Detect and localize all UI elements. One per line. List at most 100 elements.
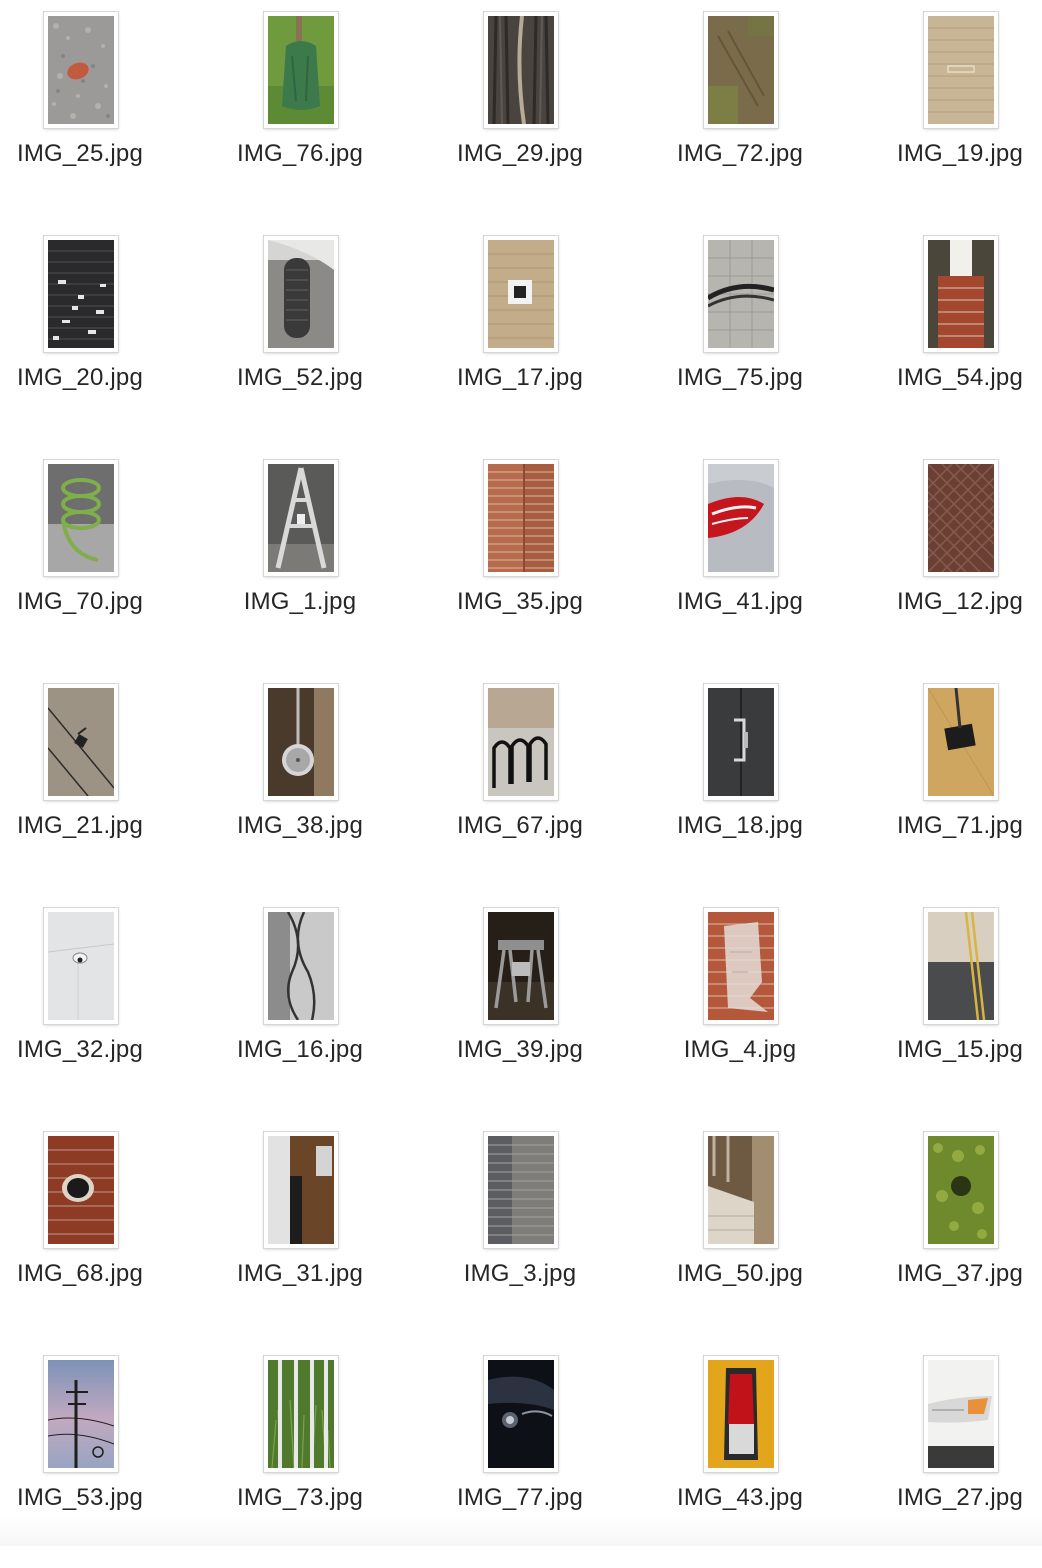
file-thumbnail[interactable]	[484, 684, 558, 800]
file-name-label: IMG_35.jpg	[456, 588, 584, 615]
file-item[interactable]: IMG_72.jpg	[640, 0, 840, 224]
file-item[interactable]: IMG_16.jpg	[200, 896, 400, 1120]
file-thumbnail[interactable]	[924, 684, 998, 800]
file-item[interactable]: IMG_67.jpg	[420, 672, 620, 896]
file-item[interactable]: IMG_54.jpg	[860, 224, 1042, 448]
file-name-label: IMG_52.jpg	[236, 364, 364, 391]
file-thumbnail[interactable]	[704, 12, 778, 128]
file-name-label: IMG_12.jpg	[896, 588, 1024, 615]
file-thumbnail[interactable]	[924, 908, 998, 1024]
bike-rack-photo-icon	[488, 688, 554, 796]
file-item[interactable]: IMG_15.jpg	[860, 896, 1042, 1120]
hanging-chain-photo-icon	[268, 912, 334, 1020]
file-item[interactable]: IMG_41.jpg	[640, 448, 840, 672]
file-item[interactable]: IMG_18.jpg	[640, 672, 840, 896]
file-name-label: IMG_41.jpg	[676, 588, 804, 615]
file-item[interactable]: IMG_37.jpg	[860, 1120, 1042, 1344]
tan-brick-wall-photo-icon	[928, 16, 994, 124]
file-item[interactable]: IMG_73.jpg	[200, 1344, 400, 1568]
file-thumbnail[interactable]	[924, 1132, 998, 1248]
file-thumbnail[interactable]	[924, 460, 998, 576]
file-item[interactable]: IMG_4.jpg	[640, 896, 840, 1120]
file-thumbnail[interactable]	[704, 1356, 778, 1472]
file-item[interactable]: IMG_3.jpg	[420, 1120, 620, 1344]
brick-corner-photo-icon	[488, 464, 554, 572]
white-car-headlight-photo-icon	[928, 1360, 994, 1468]
file-item[interactable]: IMG_70.jpg	[0, 448, 180, 672]
file-item[interactable]: IMG_38.jpg	[200, 672, 400, 896]
file-thumbnail[interactable]	[44, 1132, 118, 1248]
file-name-label: IMG_25.jpg	[16, 140, 144, 167]
file-thumbnail[interactable]	[484, 1356, 558, 1472]
file-item[interactable]: IMG_50.jpg	[640, 1120, 840, 1344]
road-yellow-lines-photo-icon	[928, 912, 994, 1020]
file-item[interactable]: IMG_77.jpg	[420, 1344, 620, 1568]
file-item[interactable]: IMG_25.jpg	[0, 0, 180, 224]
file-thumbnail[interactable]	[704, 236, 778, 352]
file-name-label: IMG_39.jpg	[456, 1036, 584, 1063]
fence-bars-grass-photo-icon	[268, 1360, 334, 1468]
file-item[interactable]: IMG_17.jpg	[420, 224, 620, 448]
file-name-label: IMG_67.jpg	[456, 812, 584, 839]
file-item[interactable]: IMG_21.jpg	[0, 672, 180, 896]
file-item[interactable]: IMG_29.jpg	[420, 0, 620, 224]
file-item[interactable]: IMG_27.jpg	[860, 1344, 1042, 1568]
file-thumbnail[interactable]	[704, 1132, 778, 1248]
file-thumbnail[interactable]	[704, 460, 778, 576]
diamond-plate-photo-icon	[928, 464, 994, 572]
file-name-label: IMG_21.jpg	[16, 812, 144, 839]
file-thumbnail[interactable]	[44, 460, 118, 576]
file-item[interactable]: IMG_71.jpg	[860, 672, 1042, 896]
a-frame-ladder-photo-icon	[268, 464, 334, 572]
file-thumbnail[interactable]	[264, 1132, 338, 1248]
file-thumbnail[interactable]	[44, 12, 118, 128]
file-thumbnail[interactable]	[44, 236, 118, 352]
file-thumbnail[interactable]	[484, 460, 558, 576]
ceiling-camera-photo-icon	[48, 912, 114, 1020]
green-bag-photo-icon	[268, 16, 334, 124]
file-grid: IMG_25.jpg IMG_76.jpg IMG_29.jpg IMG_72.…	[0, 0, 1042, 1546]
file-name-label: IMG_15.jpg	[896, 1036, 1024, 1063]
file-thumbnail[interactable]	[924, 12, 998, 128]
file-thumbnail[interactable]	[264, 236, 338, 352]
file-thumbnail[interactable]	[264, 12, 338, 128]
file-item[interactable]: IMG_1.jpg	[200, 448, 400, 672]
file-name-label: IMG_50.jpg	[676, 1260, 804, 1287]
file-item[interactable]: IMG_52.jpg	[200, 224, 400, 448]
file-name-label: IMG_4.jpg	[683, 1036, 797, 1063]
file-thumbnail[interactable]	[484, 236, 558, 352]
file-thumbnail[interactable]	[924, 236, 998, 352]
file-name-label: IMG_3.jpg	[463, 1260, 577, 1287]
power-lines-photo-icon	[48, 1360, 114, 1468]
file-thumbnail[interactable]	[704, 684, 778, 800]
file-thumbnail[interactable]	[264, 1356, 338, 1472]
file-item[interactable]: IMG_32.jpg	[0, 896, 180, 1120]
file-thumbnail[interactable]	[264, 460, 338, 576]
file-name-label: IMG_77.jpg	[456, 1484, 584, 1511]
file-thumbnail[interactable]	[44, 684, 118, 800]
file-thumbnail[interactable]	[264, 684, 338, 800]
file-item[interactable]: IMG_43.jpg	[640, 1344, 840, 1568]
file-thumbnail[interactable]	[924, 1356, 998, 1472]
green-spiral-photo-icon	[48, 464, 114, 572]
yellow-taillight-photo-icon	[708, 1360, 774, 1468]
file-item[interactable]: IMG_35.jpg	[420, 448, 620, 672]
file-thumbnail[interactable]	[704, 908, 778, 1024]
file-thumbnail[interactable]	[44, 1356, 118, 1472]
file-name-label: IMG_20.jpg	[16, 364, 144, 391]
file-item[interactable]: IMG_31.jpg	[200, 1120, 400, 1344]
file-thumbnail[interactable]	[484, 908, 558, 1024]
file-item[interactable]: IMG_76.jpg	[200, 0, 400, 224]
file-item[interactable]: IMG_19.jpg	[860, 0, 1042, 224]
file-thumbnail[interactable]	[44, 908, 118, 1024]
file-thumbnail[interactable]	[484, 12, 558, 128]
file-item[interactable]: IMG_75.jpg	[640, 224, 840, 448]
file-item[interactable]: IMG_68.jpg	[0, 1120, 180, 1344]
file-thumbnail[interactable]	[484, 1132, 558, 1248]
file-thumbnail[interactable]	[264, 908, 338, 1024]
file-name-label: IMG_19.jpg	[896, 140, 1024, 167]
file-item[interactable]: IMG_39.jpg	[420, 896, 620, 1120]
file-item[interactable]: IMG_53.jpg	[0, 1344, 180, 1568]
file-item[interactable]: IMG_20.jpg	[0, 224, 180, 448]
file-item[interactable]: IMG_12.jpg	[860, 448, 1042, 672]
